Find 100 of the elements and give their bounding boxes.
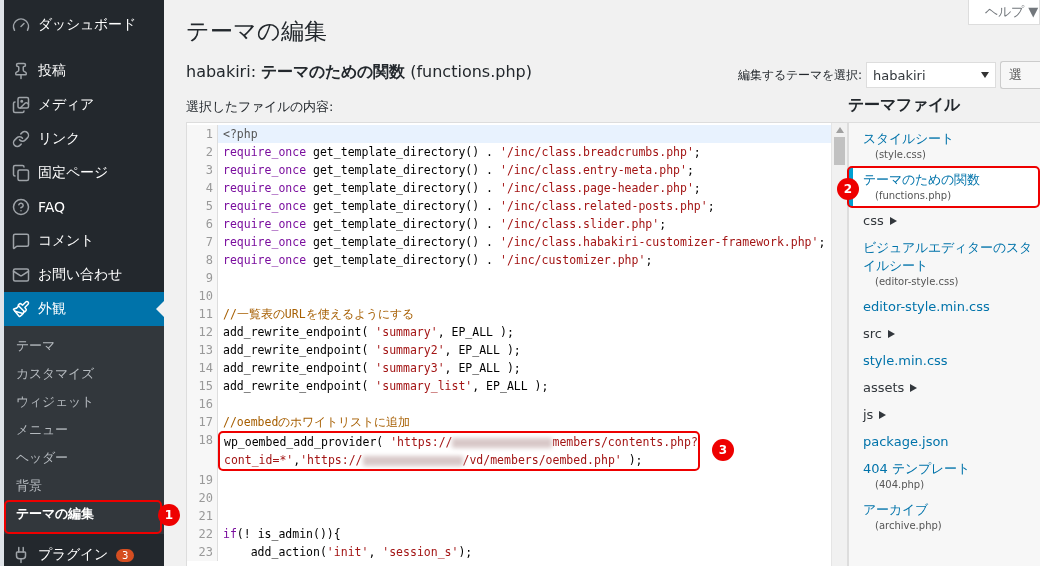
line-number: 10 bbox=[187, 287, 218, 305]
menu-item[interactable]: お問い合わせ bbox=[4, 258, 164, 292]
pages-icon bbox=[12, 164, 30, 182]
line-number: 2 bbox=[187, 143, 218, 161]
code-line: add_action('init', 'session_s'); bbox=[249, 544, 473, 561]
code-line: //oembedのホワイトリストに追加 bbox=[223, 414, 411, 431]
line-number: 12 bbox=[187, 323, 218, 341]
expand-triangle-icon bbox=[879, 411, 887, 419]
line-number: 5 bbox=[187, 197, 218, 215]
file-item[interactable]: js bbox=[849, 403, 1040, 427]
help-tab[interactable]: ヘルプ ▼ bbox=[968, 0, 1040, 25]
select-button[interactable]: 選 bbox=[1000, 61, 1040, 89]
caret-icon bbox=[981, 72, 989, 78]
file-item[interactable]: style.min.css bbox=[849, 349, 1040, 373]
gauge-icon bbox=[12, 16, 30, 34]
menu-label: 外観 bbox=[38, 300, 66, 318]
mail-icon bbox=[12, 266, 30, 284]
menu-item[interactable]: プラグイン 3 bbox=[4, 538, 164, 566]
files-title: テーマファイル bbox=[848, 95, 961, 116]
pin-icon bbox=[12, 62, 30, 80]
menu-item[interactable]: FAQ bbox=[4, 190, 164, 224]
brush-icon bbox=[12, 300, 30, 318]
scroll-thumb[interactable] bbox=[834, 137, 845, 165]
line-number: 17 bbox=[187, 413, 218, 431]
line-number: 3 bbox=[187, 161, 218, 179]
scroll-up-arrow-icon[interactable] bbox=[835, 127, 844, 133]
submenu-item[interactable]: カスタマイズ bbox=[12, 361, 98, 387]
menu-label: コメント bbox=[38, 232, 94, 250]
line-number: 19 bbox=[187, 471, 218, 489]
code-line: require_once get_template_directory() . '/inc/class.habakiri-customizer-framework.php'; bbox=[223, 234, 826, 251]
line-number: 8 bbox=[187, 251, 218, 269]
count-badge: 3 bbox=[116, 548, 135, 562]
file-item[interactable]: package.json bbox=[849, 430, 1040, 454]
code-line: require_once get_template_directory() . '/inc/class.page-header.php'; bbox=[223, 180, 701, 197]
code-line: require_once get_template_directory() . '/inc/class.entry-meta.php'; bbox=[223, 162, 694, 179]
submenu-item[interactable]: テーマ bbox=[12, 333, 59, 359]
line-number: 14 bbox=[187, 359, 218, 377]
menu-label: 固定ページ bbox=[38, 164, 108, 182]
menu-item[interactable]: ダッシュボード bbox=[4, 8, 164, 42]
menu-item[interactable]: コメント bbox=[4, 224, 164, 258]
content-label: 選択したファイルの内容: bbox=[186, 98, 334, 116]
menu-item[interactable]: 外観 bbox=[4, 292, 164, 326]
line-number: 6 bbox=[187, 215, 218, 233]
submenu-item[interactable]: テーマの編集 bbox=[12, 501, 98, 527]
code-line: require_once get_template_directory() . '/inc/class.breadcrumbs.php'; bbox=[223, 144, 701, 161]
code-line: add_rewrite_endpoint( 'summary_list', EP_ALL ); bbox=[223, 378, 549, 395]
callout-number: 3 bbox=[712, 439, 734, 461]
line-number: 22 bbox=[187, 525, 218, 543]
file-item[interactable]: assets bbox=[849, 376, 1040, 400]
submenu-item[interactable]: ウィジェット bbox=[12, 389, 98, 415]
code-line: add_rewrite_endpoint( 'summary2', EP_ALL ); bbox=[223, 342, 521, 359]
menu-label: メディア bbox=[38, 96, 94, 114]
code-line: require_once get_template_directory() . '/inc/customizer.php'; bbox=[223, 252, 653, 269]
line-number: 21 bbox=[187, 507, 218, 525]
line-number: 15 bbox=[187, 377, 218, 395]
menu-label: プラグイン bbox=[38, 546, 108, 564]
code-line: if(! is_admin()){ bbox=[223, 526, 341, 543]
theme-select-label: 編集するテーマを選択: bbox=[737, 66, 862, 84]
file-item[interactable]: 404 テンプレート (404.php) bbox=[849, 457, 1040, 495]
submenu-item[interactable]: 背景 bbox=[12, 473, 46, 499]
speech-bubble-icon bbox=[12, 232, 30, 250]
submenu-item[interactable]: メニュー bbox=[12, 417, 72, 443]
line-number: 13 bbox=[187, 341, 218, 359]
line-number: 4 bbox=[187, 179, 218, 197]
menu-item[interactable]: 固定ページ bbox=[4, 156, 164, 190]
file-item[interactable]: editor-style.min.css bbox=[849, 295, 1040, 319]
file-item[interactable]: ビジュアルエディターのスタイルシート (editor-style.css) bbox=[849, 236, 1040, 292]
menu-label: お問い合わせ bbox=[38, 266, 122, 284]
line-number: 16 bbox=[187, 395, 218, 413]
menu-item[interactable]: 投稿 bbox=[4, 54, 164, 88]
help-icon bbox=[12, 198, 30, 216]
submenu-item[interactable]: ヘッダー bbox=[12, 445, 72, 471]
media-icon bbox=[12, 96, 30, 114]
theme-select[interactable]: habakiri bbox=[866, 62, 996, 88]
menu-label: 投稿 bbox=[38, 62, 66, 80]
line-number: 1 bbox=[187, 125, 218, 143]
expand-triangle-icon bbox=[888, 330, 895, 338]
file-heading: habakiri: テーマのための関数 (functions.php) bbox=[186, 62, 532, 83]
line-number: 11 bbox=[187, 305, 218, 323]
code-line: add_rewrite_endpoint( 'summary3', EP_ALL ); bbox=[223, 360, 521, 377]
code-line: <?php bbox=[223, 126, 258, 143]
expand-triangle-icon bbox=[889, 217, 897, 225]
line-number: 9 bbox=[187, 269, 218, 287]
code-line: add_rewrite_endpoint( 'summary', EP_ALL ); bbox=[223, 324, 514, 341]
menu-item[interactable]: リンク bbox=[4, 122, 164, 156]
file-item[interactable]: src bbox=[849, 322, 1040, 346]
expand-triangle-icon bbox=[910, 384, 918, 392]
file-item[interactable]: スタイルシート (style.css) bbox=[849, 127, 1040, 165]
line-number: 18 bbox=[187, 431, 218, 471]
menu-label: ダッシュボード bbox=[38, 16, 136, 34]
code-line: require_once get_template_directory() . '/inc/class.related-posts.php'; bbox=[223, 198, 715, 215]
menu-label: FAQ bbox=[38, 199, 66, 215]
file-item[interactable]: css bbox=[849, 209, 1040, 233]
menu-item[interactable]: メディア bbox=[4, 88, 164, 122]
callout-number: 1 bbox=[158, 504, 180, 526]
page-title: テーマの編集 bbox=[186, 17, 327, 46]
menu-label: リンク bbox=[38, 130, 80, 148]
file-item[interactable]: アーカイブ (archive.php) bbox=[849, 498, 1040, 536]
link-icon bbox=[12, 130, 30, 148]
line-number: 23 bbox=[187, 543, 218, 561]
